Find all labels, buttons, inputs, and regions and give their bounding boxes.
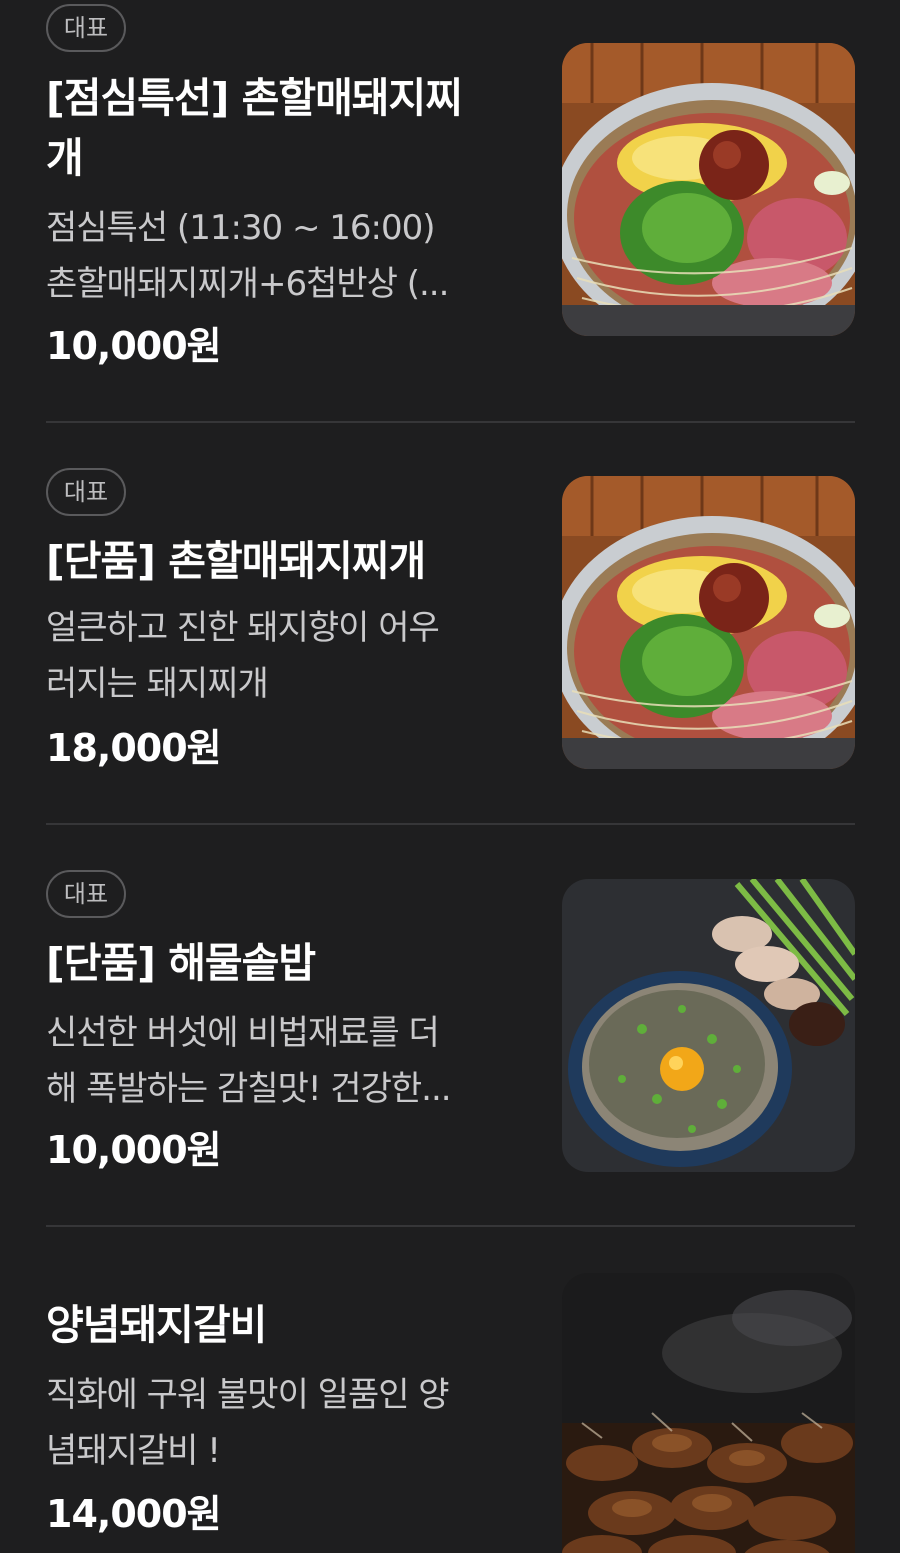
menu-item-description: 얼큰하고 진한 돼지향이 어우 러지는 돼지찌개 xyxy=(46,608,440,704)
pork-stew-photo-icon[interactable] xyxy=(562,43,855,336)
representative-badge: 대표 xyxy=(46,468,126,516)
menu-item-description: 직화에 구워 불맛이 일품인 양 념돼지갈비 ! xyxy=(46,1375,450,1471)
menu-item-title: [단품] 해물솥밥 xyxy=(46,939,316,987)
menu-item[interactable]: 양념돼지갈비 직화에 구워 불맛이 일품인 양 념돼지갈비 ! 14,000원 xyxy=(0,1227,900,1553)
menu-item-price: 18,000원 xyxy=(46,726,222,770)
menu-item-description: 점심특선 (11:30 ~ 16:00) 촌할매돼지찌개+6첩반상 (... xyxy=(46,208,449,304)
grilled-pork-ribs-photo-icon[interactable] xyxy=(562,1273,855,1553)
representative-badge: 대표 xyxy=(46,4,126,52)
menu-item[interactable]: 대표 [단품] 촌할매돼지찌개 얼큰하고 진한 돼지향이 어우 러지는 돼지찌개… xyxy=(0,423,900,823)
menu-item-price: 10,000원 xyxy=(46,1128,222,1172)
menu-item-price: 10,000원 xyxy=(46,324,222,368)
menu-item[interactable]: 대표 [단품] 해물솥밥 신선한 버섯에 비법재료를 더 해 폭발하는 감칠맛!… xyxy=(0,825,900,1225)
menu-item-price: 14,000원 xyxy=(46,1492,222,1536)
menu-item-title: [점심특선] 촌할매돼지찌 개 xyxy=(46,74,463,182)
seafood-pot-rice-photo-icon[interactable] xyxy=(562,879,855,1172)
menu-item[interactable]: 대표 [점심특선] 촌할매돼지찌 개 점심특선 (11:30 ~ 16:00) … xyxy=(0,0,900,421)
menu-item-title: 양념돼지갈비 xyxy=(46,1301,267,1349)
menu-item-description: 신선한 버섯에 비법재료를 더 해 폭발하는 감칠맛! 건강한... xyxy=(46,1013,452,1109)
representative-badge: 대표 xyxy=(46,870,126,918)
pork-stew-photo-icon[interactable] xyxy=(562,476,855,769)
menu-item-title: [단품] 촌할매돼지찌개 xyxy=(46,537,426,585)
menu-list: 대표 [점심특선] 촌할매돼지찌 개 점심특선 (11:30 ~ 16:00) … xyxy=(0,0,900,1553)
